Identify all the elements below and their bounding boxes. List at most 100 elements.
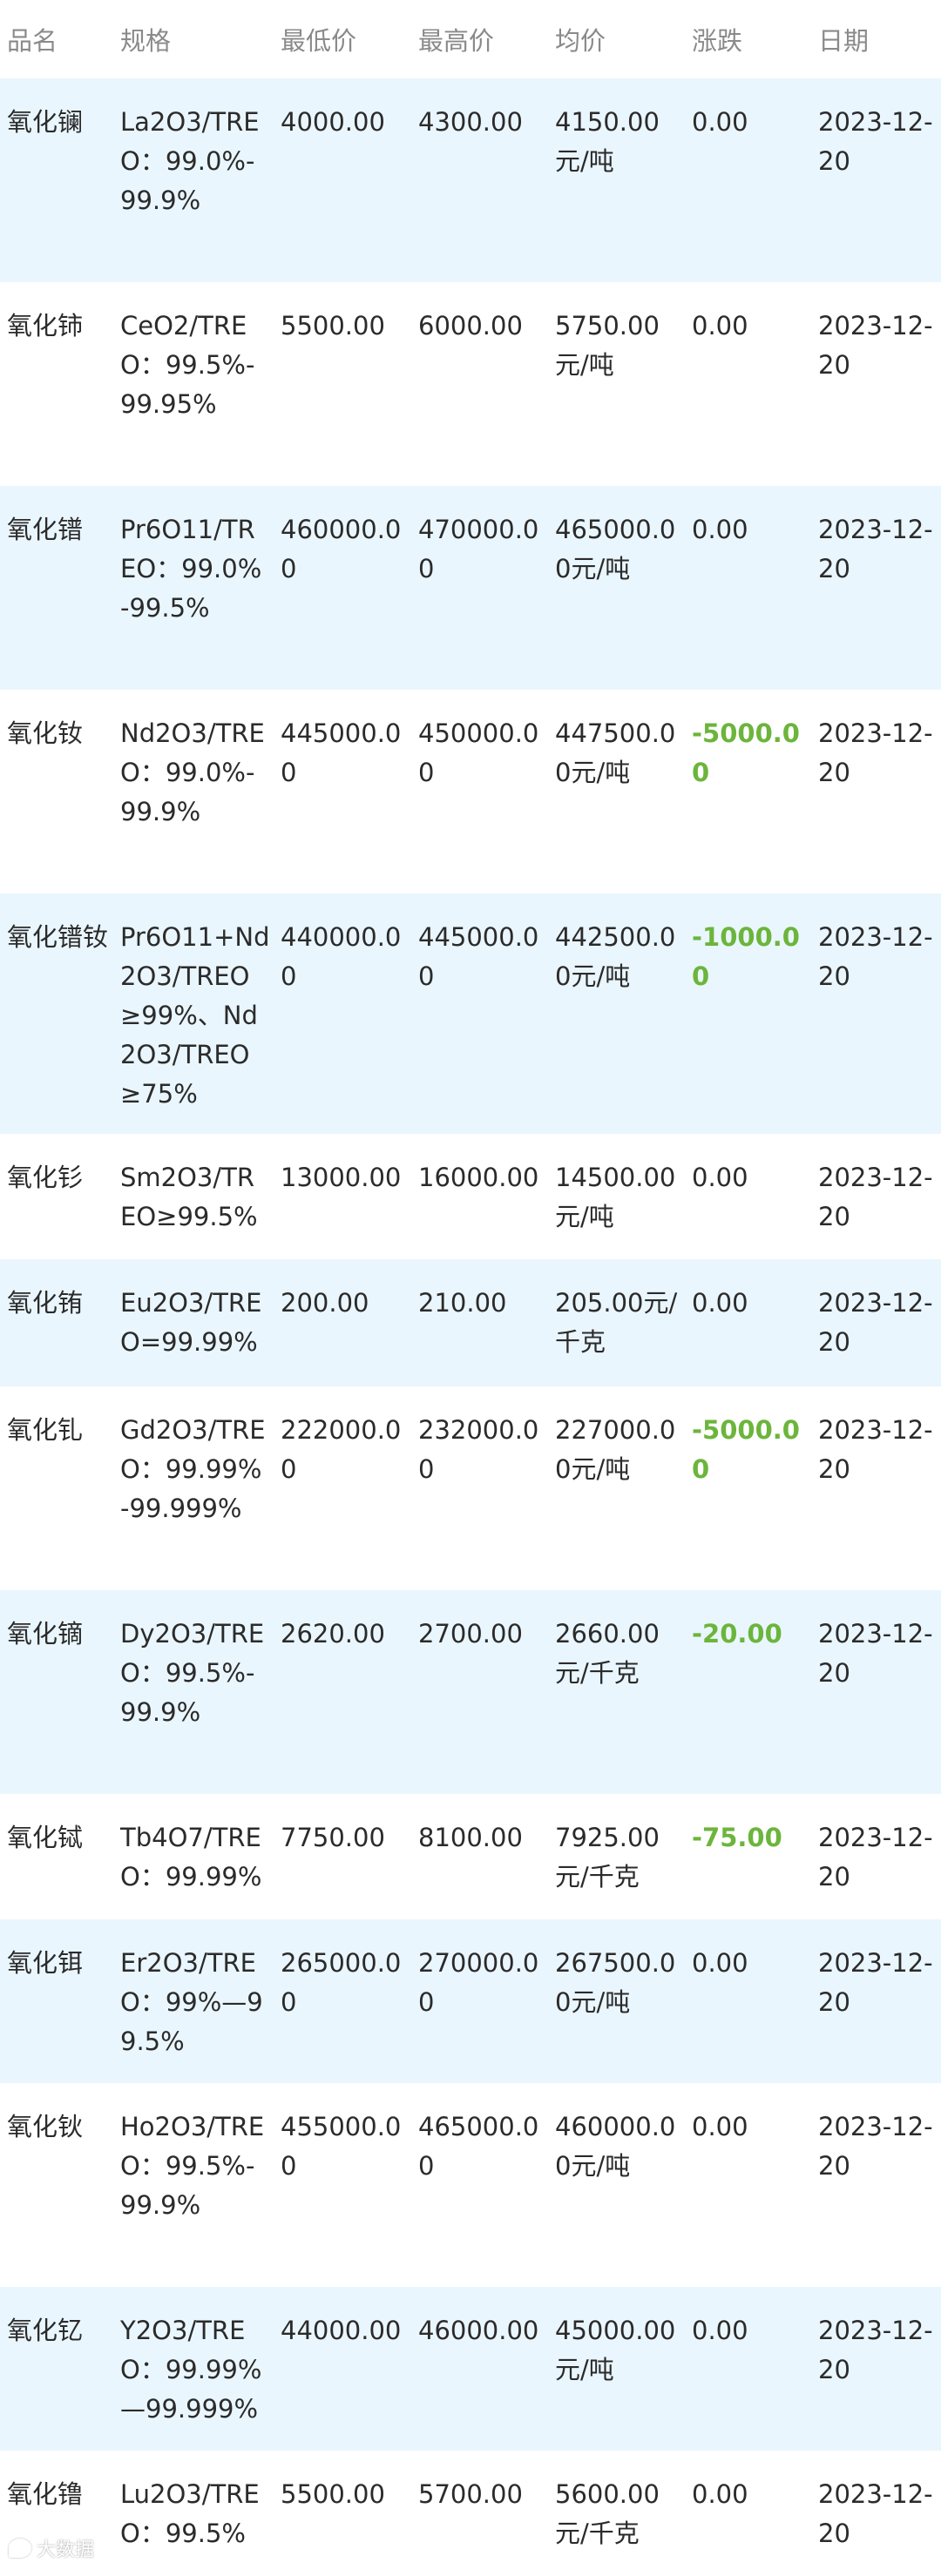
cell-low: 455000.00 (281, 2112, 402, 2181)
cell-low: 445000.00 (281, 718, 402, 787)
cell-high: 450000.00 (418, 718, 539, 787)
cell-high: 232000.00 (418, 1415, 539, 1484)
cell-low: 44000.00 (281, 2316, 402, 2345)
cell-high: 16000.00 (418, 1163, 539, 1192)
cell-name: 氧化镥 (7, 2479, 84, 2509)
cell-date: 2023-12-20 (818, 1619, 933, 1688)
cell-avg: 5600.00元/千克 (555, 2479, 660, 2548)
cell-spec: Lu2O3/TREO：99.5% (120, 2479, 260, 2548)
table-row: 氧化铒 Er2O3/TREO：99%—99.5% 265000.00 270000.0… (0, 1919, 941, 2083)
header-high: 最高价 (418, 26, 495, 56)
table-row: 氧化钇 Y2O3/TREO：99.99%—99.999% 44000.00 46000… (0, 2287, 941, 2451)
cell-high: 8100.00 (418, 1823, 523, 1852)
cell-low: 5500.00 (281, 2479, 385, 2509)
cell-spec: Tb4O7/TREO：99.99% (120, 1823, 262, 1892)
cell-change: 0.00 (692, 107, 748, 137)
table-row: 氧化铕 Eu2O3/TREO=99.99% 200.00 210.00 205.00元/… (0, 1259, 941, 1386)
table-row: 氧化镨 Pr6O11/TREO：99.0%-99.5% 460000.00 47000… (0, 486, 941, 690)
cell-name: 氧化铒 (7, 1948, 84, 1978)
cell-name: 氧化钕 (7, 718, 84, 748)
cell-high: 210.00 (418, 1288, 507, 1318)
cell-date: 2023-12-20 (818, 1415, 933, 1484)
cell-high: 2700.00 (418, 1619, 523, 1649)
table-row: 氧化镝 Dy2O3/TREO：99.5%-99.9% 2620.00 2700.00 2… (0, 1590, 941, 1794)
cell-high: 445000.00 (418, 922, 539, 991)
cell-change: -75.00 (692, 1823, 782, 1852)
cell-date: 2023-12-20 (818, 2112, 933, 2181)
table-row: 氧化镧 La2O3/TREO：99.0%-99.9% 4000.00 4300.00 4… (0, 78, 941, 282)
cell-change: 0.00 (692, 1288, 748, 1318)
cell-change: 0.00 (692, 515, 748, 544)
cell-date: 2023-12-20 (818, 107, 933, 176)
cell-avg: 442500.00元/吨 (555, 922, 676, 991)
cell-low: 200.00 (281, 1288, 369, 1318)
cell-low: 13000.00 (281, 1163, 402, 1192)
cell-avg: 5750.00元/吨 (555, 311, 660, 380)
table-row: 氧化镨钕 Pr6O11+Nd2O3/TREO≥99%、Nd2O3/TREO≥75%… (0, 894, 941, 1134)
cell-date: 2023-12-20 (818, 2479, 933, 2548)
cell-name: 氧化钆 (7, 1415, 84, 1445)
cell-avg: 227000.00元/吨 (555, 1415, 676, 1484)
cell-avg: 267500.00元/吨 (555, 1948, 676, 2017)
table-row: 氧化钕 Nd2O3/TREO：99.0%-99.9% 445000.00 450000… (0, 690, 941, 894)
cell-date: 2023-12-20 (818, 718, 933, 787)
cell-spec: Er2O3/TREO：99%—99.5% (120, 1948, 263, 2056)
cell-avg: 45000.00元/吨 (555, 2316, 676, 2384)
price-table: 品名 规格 最低价 最高价 均价 涨跌 日期 氧化镧 La2O3/TREO：99.… (0, 0, 941, 2576)
cell-date: 2023-12-20 (818, 1288, 933, 1357)
cell-avg: 447500.00元/吨 (555, 718, 676, 787)
cell-name: 氧化铽 (7, 1823, 84, 1852)
watermark: 大数据 (9, 2534, 94, 2562)
cell-change: -5000.00 (692, 718, 800, 787)
cell-avg: 205.00元/千克 (555, 1288, 678, 1357)
table-row: 氧化钐 Sm2O3/TREO≥99.5% 13000.00 16000.00 14500… (0, 1134, 941, 1259)
cell-high: 46000.00 (418, 2316, 539, 2345)
cell-name: 氧化钬 (7, 2112, 84, 2141)
cell-date: 2023-12-20 (818, 2316, 933, 2384)
cell-date: 2023-12-20 (818, 1163, 933, 1231)
header-avg: 均价 (555, 26, 606, 56)
cell-high: 6000.00 (418, 311, 523, 341)
cell-low: 4000.00 (281, 107, 385, 137)
table-row: 氧化铽 Tb4O7/TREO：99.99% 7750.00 8100.00 7925.0… (0, 1794, 941, 1919)
cell-high: 270000.00 (418, 1948, 539, 2017)
cell-low: 460000.00 (281, 515, 402, 583)
cell-spec: La2O3/TREO：99.0%-99.9% (120, 107, 260, 215)
cell-date: 2023-12-20 (818, 1948, 933, 2017)
cell-spec: Y2O3/TREO：99.99%—99.999% (120, 2316, 262, 2424)
cell-avg: 460000.00元/吨 (555, 2112, 676, 2181)
cell-high: 470000.00 (418, 515, 539, 583)
cell-avg: 7925.00元/千克 (555, 1823, 660, 1892)
cell-low: 2620.00 (281, 1619, 385, 1649)
cell-spec: Pr6O11+Nd2O3/TREO≥99%、Nd2O3/TREO≥75% (120, 922, 270, 1109)
table-header: 品名 规格 最低价 最高价 均价 涨跌 日期 (0, 0, 941, 78)
cell-date: 2023-12-20 (818, 1823, 933, 1892)
cell-change: 0.00 (692, 311, 748, 341)
cell-spec: Eu2O3/TREO=99.99% (120, 1288, 262, 1357)
cell-change: -1000.00 (692, 922, 800, 991)
cell-name: 氧化钇 (7, 2316, 84, 2345)
cell-spec: Sm2O3/TREO≥99.5% (120, 1163, 258, 1231)
table-row: 氧化铈 CeO2/TREO：99.5%-99.95% 5500.00 6000.00 5… (0, 282, 941, 486)
header-spec: 规格 (120, 26, 172, 56)
cell-date: 2023-12-20 (818, 311, 933, 380)
cell-spec: Ho2O3/TREO：99.5%-99.9% (120, 2112, 265, 2220)
cell-change: -20.00 (692, 1619, 782, 1649)
cell-name: 氧化钐 (7, 1163, 84, 1192)
header-low: 最低价 (281, 26, 357, 56)
cell-change: 0.00 (692, 2316, 748, 2345)
cell-name: 氧化镨钕 (7, 922, 109, 952)
cell-spec: Gd2O3/TREO：99.99%-99.999% (120, 1415, 266, 1523)
cell-change: 0.00 (692, 1948, 748, 1978)
cell-name: 氧化铕 (7, 1288, 84, 1318)
cell-low: 5500.00 (281, 311, 385, 341)
cell-avg: 2660.00元/千克 (555, 1619, 660, 1688)
cell-change: -5000.00 (692, 1415, 800, 1484)
cell-name: 氧化镨 (7, 515, 84, 544)
cell-date: 2023-12-20 (818, 922, 933, 991)
header-change: 涨跌 (692, 26, 743, 56)
cell-spec: Pr6O11/TREO：99.0%-99.5% (120, 515, 262, 623)
cell-date: 2023-12-20 (818, 515, 933, 583)
cell-high: 4300.00 (418, 107, 523, 137)
cell-spec: CeO2/TREO：99.5%-99.95% (120, 311, 255, 419)
